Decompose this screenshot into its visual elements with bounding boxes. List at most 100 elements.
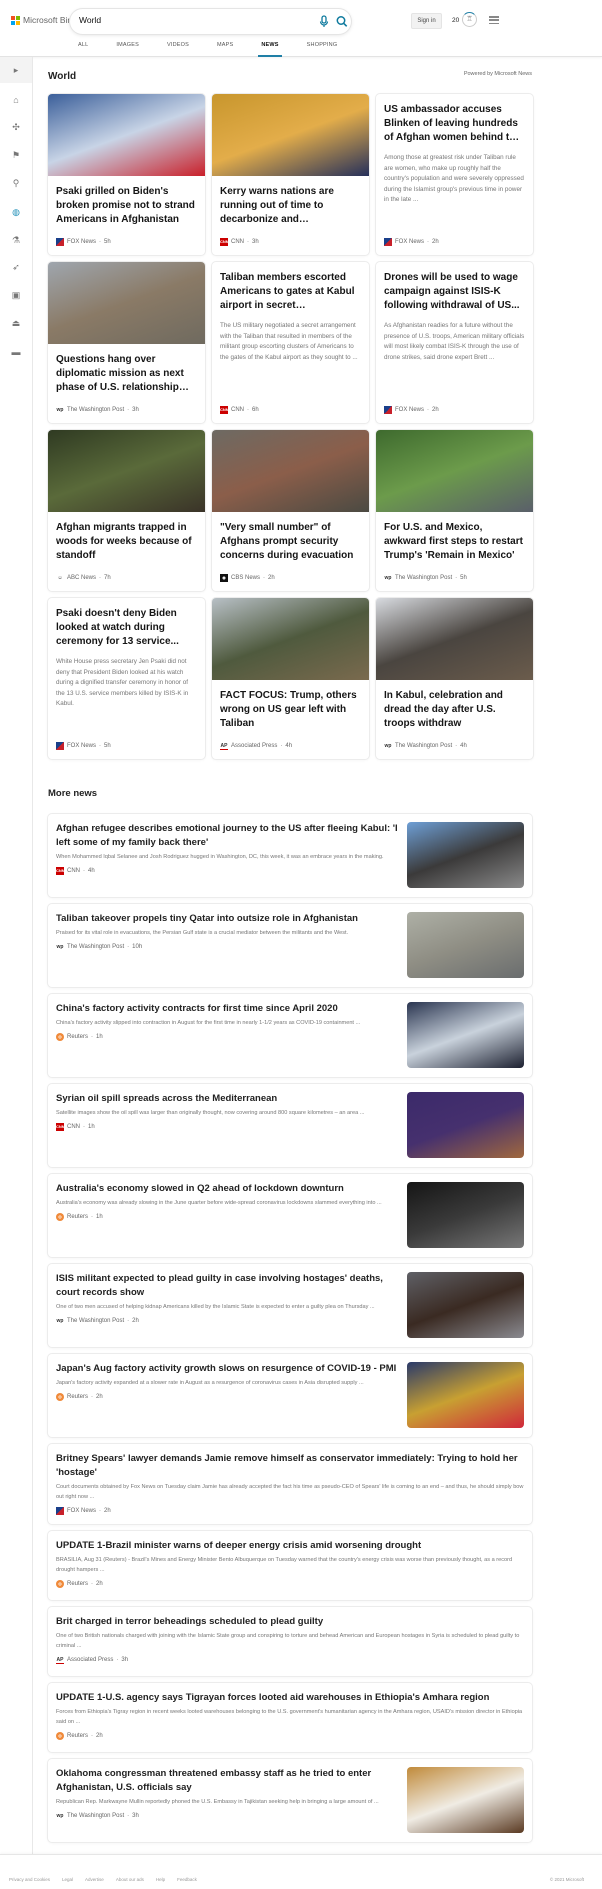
article-image[interactable] (407, 1092, 524, 1158)
bing-logo[interactable]: Microsoft Bing (11, 15, 77, 25)
article-image[interactable] (407, 912, 524, 978)
source-line[interactable]: CNN CNN · 1h (56, 1123, 402, 1131)
source-line[interactable]: wp The Washington Post · 4h (384, 742, 467, 750)
source-line[interactable]: FOX News · 2h (56, 1507, 524, 1515)
tab-all[interactable]: ALL (78, 38, 88, 57)
item-headline[interactable]: Afghan refugee describes emotional journ… (56, 822, 402, 850)
news-list-item[interactable]: UPDATE 1-U.S. agency says Tigrayan force… (48, 1683, 532, 1752)
news-list-item[interactable]: Afghan refugee describes emotional journ… (48, 814, 532, 897)
news-card[interactable]: In Kabul, celebration and dread the day … (376, 598, 533, 759)
item-headline[interactable]: China's factory activity contracts for f… (56, 1002, 402, 1016)
home-icon[interactable]: ⌂ (0, 89, 32, 111)
footer-link[interactable]: Help (156, 1877, 165, 1882)
card-headline[interactable]: In Kabul, celebration and dread the day … (376, 689, 533, 731)
news-list-item[interactable]: China's factory activity contracts for f… (48, 994, 532, 1077)
news-list-item[interactable]: Syrian oil spill spreads across the Medi… (48, 1084, 532, 1167)
article-image[interactable] (212, 430, 369, 512)
source-line[interactable]: AP Associated Press · 4h (220, 742, 292, 750)
article-image[interactable] (48, 262, 205, 344)
hamburger-menu-icon[interactable] (489, 16, 499, 24)
tab-videos[interactable]: VIDEOS (167, 38, 189, 57)
news-card[interactable]: Kerry warns nations are running out of t… (212, 94, 369, 255)
expand-arrow-icon[interactable]: ▸ (0, 57, 32, 83)
news-list-item[interactable]: Brit charged in terror beheadings schedu… (48, 1607, 532, 1676)
article-image[interactable] (407, 1002, 524, 1068)
card-headline[interactable]: Questions hang over diplomatic mission a… (48, 353, 205, 395)
item-headline[interactable]: UPDATE 1-U.S. agency says Tigrayan force… (56, 1691, 524, 1705)
rewards-trophy-icon[interactable]: ♖ (462, 12, 477, 27)
news-list-item[interactable]: Australia's economy slowed in Q2 ahead o… (48, 1174, 532, 1257)
article-image[interactable] (212, 598, 369, 680)
news-card[interactable]: Drones will be used to wage campaign aga… (376, 262, 533, 423)
source-line[interactable]: wp The Washington Post · 5h (384, 574, 467, 582)
card-headline[interactable]: Kerry warns nations are running out of t… (212, 185, 369, 227)
source-line[interactable]: FOX News · 5h (56, 238, 111, 246)
card-headline[interactable]: Psaki doesn't deny Biden looked at watch… (48, 607, 205, 649)
film-icon[interactable]: ▣ (0, 284, 32, 306)
news-list-item[interactable]: Taliban takeover propels tiny Qatar into… (48, 904, 532, 987)
item-headline[interactable]: UPDATE 1-Brazil minister warns of deeper… (56, 1539, 524, 1553)
footer-link[interactable]: Advertise (85, 1877, 104, 1882)
tab-maps[interactable]: MAPS (217, 38, 233, 57)
source-line[interactable]: CNN CNN · 4h (56, 867, 402, 875)
source-line[interactable]: wp The Washington Post · 2h (56, 1317, 402, 1325)
news-list-item[interactable]: Oklahoma congressman threatened embassy … (48, 1759, 532, 1842)
article-image[interactable] (48, 94, 205, 176)
article-image[interactable] (407, 1362, 524, 1428)
article-image[interactable] (376, 598, 533, 680)
news-card[interactable]: FACT FOCUS: Trump, others wrong on US ge… (212, 598, 369, 759)
article-image[interactable] (48, 430, 205, 512)
rewards-points[interactable]: 20 (452, 17, 459, 24)
item-headline[interactable]: ISIS militant expected to plead guilty i… (56, 1272, 402, 1300)
news-list-item[interactable]: Japan's Aug factory activity growth slow… (48, 1354, 532, 1437)
flag-icon[interactable]: ⚑ (0, 144, 32, 166)
microphone-icon[interactable] (318, 15, 330, 28)
source-line[interactable]: FOX News · 5h (56, 742, 111, 750)
item-headline[interactable]: Taliban takeover propels tiny Qatar into… (56, 912, 402, 926)
news-card[interactable]: Questions hang over diplomatic mission a… (48, 262, 205, 423)
source-line[interactable]: CNN CNN · 6h (220, 406, 259, 414)
source-line[interactable]: ◎ Reuters · 1h (56, 1213, 402, 1221)
source-line[interactable]: ◎ Reuters · 2h (56, 1580, 524, 1588)
microscope-icon[interactable]: ⚗ (0, 229, 32, 251)
item-headline[interactable]: Brit charged in terror beheadings schedu… (56, 1615, 524, 1629)
source-line[interactable]: wp The Washington Post · 10h (56, 943, 402, 951)
source-line[interactable]: ◎ Reuters · 1h (56, 1033, 402, 1041)
article-image[interactable] (376, 430, 533, 512)
bank-icon[interactable]: ⏏ (0, 312, 32, 334)
source-line[interactable]: ◎ Reuters · 2h (56, 1732, 524, 1740)
source-line[interactable]: ◉ CBS News · 2h (220, 574, 275, 582)
footer-link[interactable]: Legal (62, 1877, 73, 1882)
search-input[interactable] (79, 15, 299, 25)
news-card[interactable]: Afghan migrants trapped in woods for wee… (48, 430, 205, 591)
card-headline[interactable]: Afghan migrants trapped in woods for wee… (48, 521, 205, 563)
news-card[interactable]: Taliban members escorted Americans to ga… (212, 262, 369, 423)
source-line[interactable]: CNN CNN · 3h (220, 238, 259, 246)
item-headline[interactable]: Oklahoma congressman threatened embassy … (56, 1767, 402, 1795)
tab-news[interactable]: NEWS (258, 38, 283, 57)
footer-link[interactable]: Feedback (177, 1877, 197, 1882)
item-headline[interactable]: Britney Spears' lawyer demands Jamie rem… (56, 1452, 524, 1480)
card-headline[interactable]: Taliban members escorted Americans to ga… (212, 271, 369, 313)
rocket-icon[interactable]: ➶ (0, 256, 32, 278)
article-image[interactable] (407, 822, 524, 888)
card-headline[interactable]: FACT FOCUS: Trump, others wrong on US ge… (212, 689, 369, 731)
card-headline[interactable]: Psaki grilled on Biden's broken promise … (48, 185, 205, 227)
news-list-item[interactable]: ISIS militant expected to plead guilty i… (48, 1264, 532, 1347)
article-image[interactable] (407, 1182, 524, 1248)
footer-link[interactable]: About our ads (116, 1877, 144, 1882)
credit-card-icon[interactable]: ▬ (0, 341, 32, 363)
tab-shopping[interactable]: SHOPPING (307, 38, 338, 57)
item-headline[interactable]: Syrian oil spill spreads across the Medi… (56, 1092, 402, 1106)
source-line[interactable]: AP Associated Press · 3h (56, 1656, 524, 1664)
news-list-item[interactable]: Britney Spears' lawyer demands Jamie rem… (48, 1444, 532, 1524)
article-image[interactable] (407, 1272, 524, 1338)
globe-icon[interactable]: ◍ (0, 201, 32, 223)
news-card[interactable]: "Very small number" of Afghans prompt se… (212, 430, 369, 591)
source-line[interactable]: FOX News · 2h (384, 238, 439, 246)
source-line[interactable]: ☺ ABC News · 7h (56, 574, 110, 582)
news-list-item[interactable]: UPDATE 1-Brazil minister warns of deeper… (48, 1531, 532, 1600)
sign-in-button[interactable]: Sign in (411, 13, 442, 29)
powered-by[interactable]: Powered by Microsoft News (464, 71, 532, 77)
news-card[interactable]: Psaki grilled on Biden's broken promise … (48, 94, 205, 255)
